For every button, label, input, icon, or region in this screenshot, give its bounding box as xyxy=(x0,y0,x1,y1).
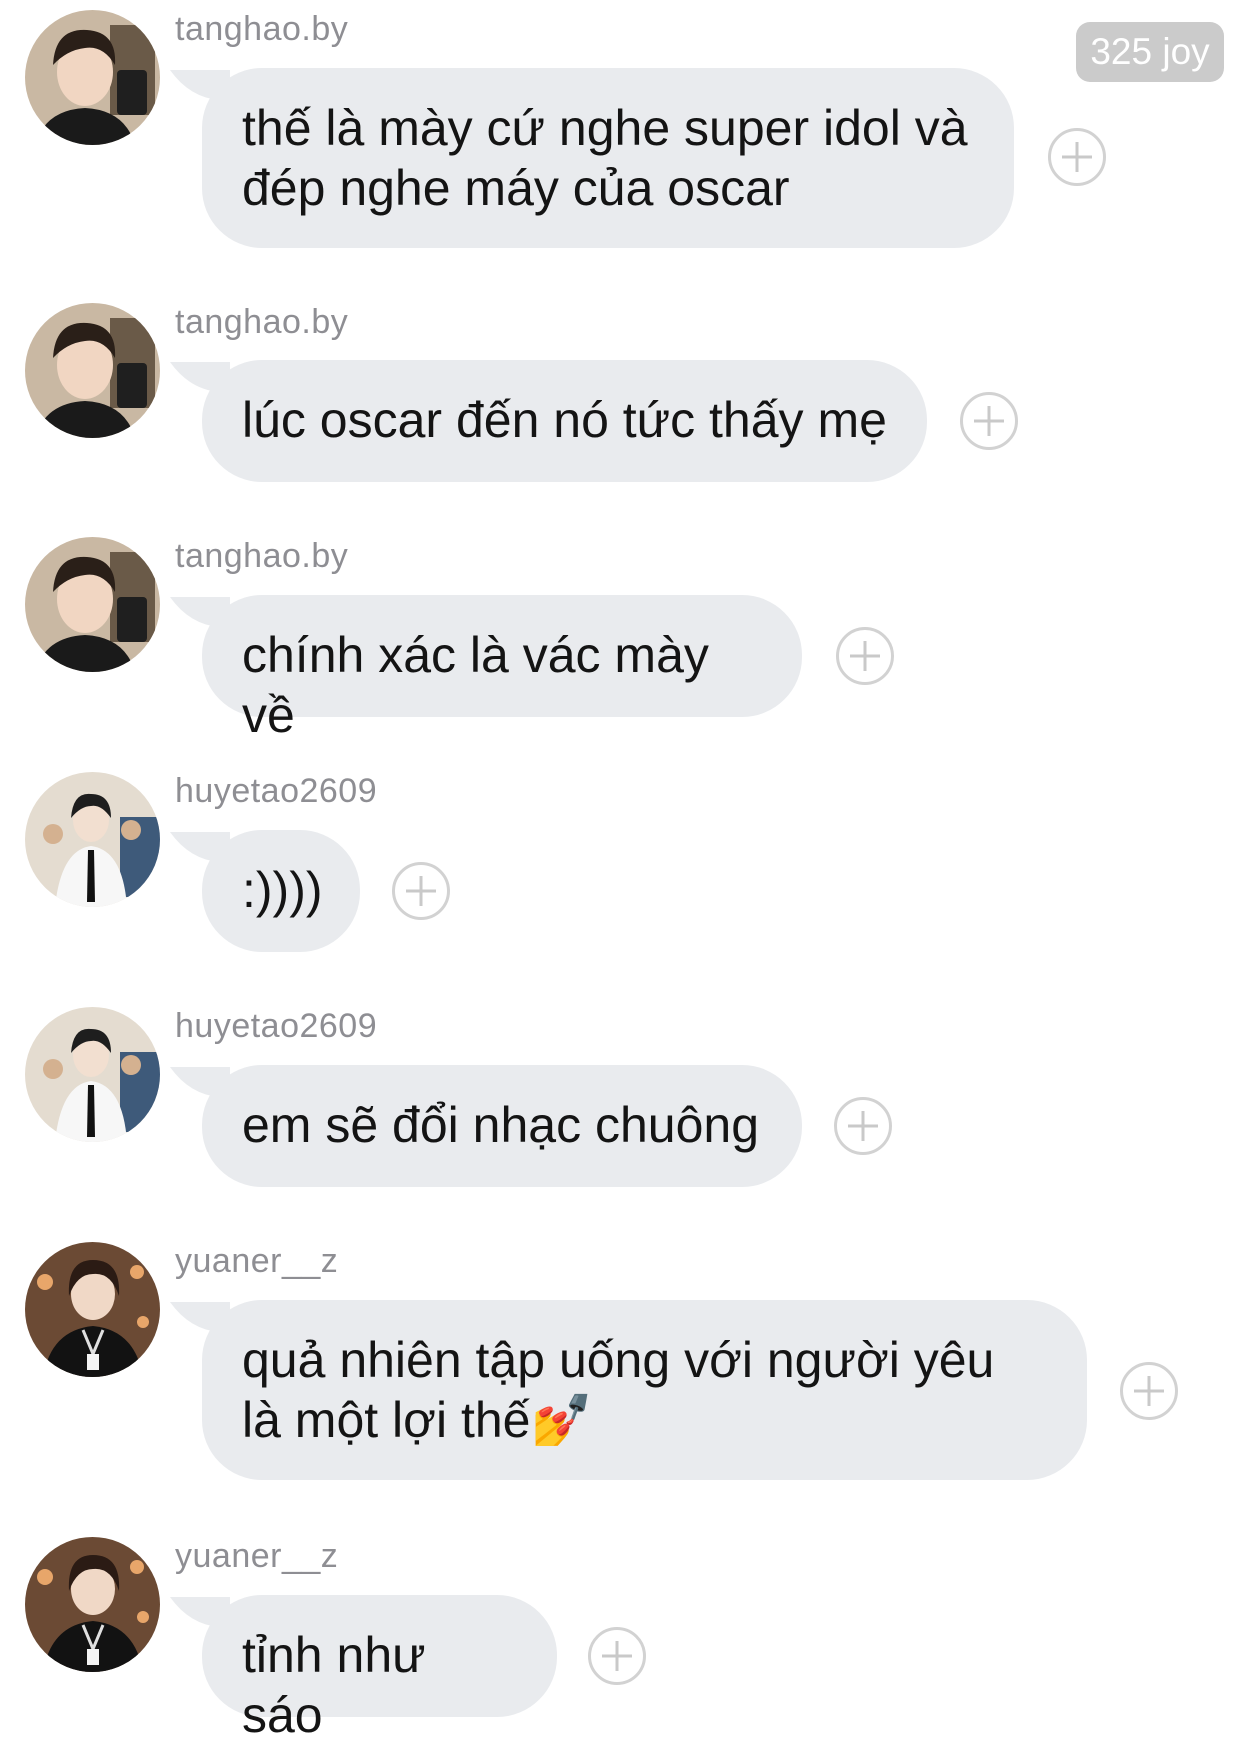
add-reaction-icon[interactable] xyxy=(836,627,894,685)
username[interactable]: yuaner__z xyxy=(175,1537,338,1576)
message-bubble[interactable]: em sẽ đổi nhạc chuông xyxy=(202,1065,802,1187)
avatar-huyetao-icon[interactable] xyxy=(25,1007,160,1142)
username[interactable]: huyetao2609 xyxy=(175,1007,377,1046)
joy-count-badge: 325 joy xyxy=(1076,22,1224,82)
username[interactable]: yuaner__z xyxy=(175,1242,338,1281)
avatar-tanghao-icon[interactable] xyxy=(25,303,160,438)
add-reaction-icon[interactable] xyxy=(834,1097,892,1155)
message-bubble[interactable]: chính xác là vác mày về xyxy=(202,595,802,743)
add-reaction-icon[interactable] xyxy=(588,1627,646,1685)
username[interactable]: tanghao.by xyxy=(175,537,348,576)
username[interactable]: huyetao2609 xyxy=(175,772,377,811)
avatar-yuaner-icon[interactable] xyxy=(25,1242,160,1377)
avatar-tanghao-icon[interactable] xyxy=(25,10,160,145)
message-bubble[interactable]: thế là mày cứ nghe super idol và đép ngh… xyxy=(202,68,1014,248)
add-reaction-icon[interactable] xyxy=(960,392,1018,450)
username[interactable]: tanghao.by xyxy=(175,10,348,49)
avatar-yuaner-icon[interactable] xyxy=(25,1537,160,1672)
avatar-huyetao-icon[interactable] xyxy=(25,772,160,907)
message-bubble[interactable]: lúc oscar đến nó tức thấy mẹ xyxy=(202,360,927,482)
username[interactable]: tanghao.by xyxy=(175,303,348,342)
add-reaction-icon[interactable] xyxy=(1120,1362,1178,1420)
message-bubble[interactable]: tỉnh như sáo xyxy=(202,1595,557,1743)
message-bubble[interactable]: quả nhiên tập uống với người yêu là một … xyxy=(202,1300,1087,1480)
message-bubble[interactable]: :)))) xyxy=(202,830,360,952)
add-reaction-icon[interactable] xyxy=(392,862,450,920)
add-reaction-icon[interactable] xyxy=(1048,128,1106,186)
avatar-tanghao-icon[interactable] xyxy=(25,537,160,672)
